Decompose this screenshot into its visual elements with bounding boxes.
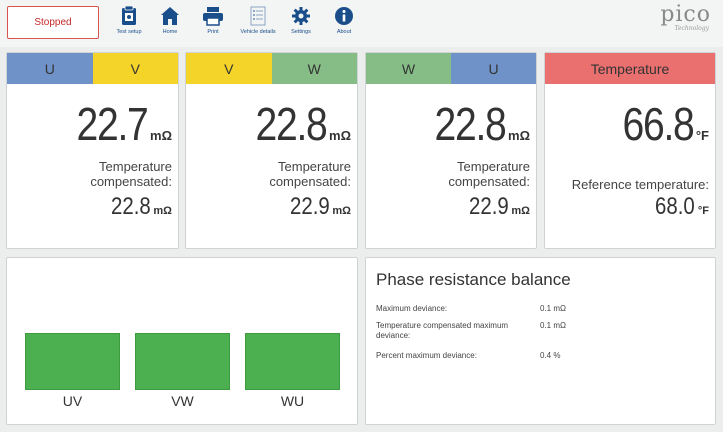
logo-wordmark: pico xyxy=(660,2,711,27)
print-button[interactable]: Print xyxy=(188,5,238,35)
phase-label: U xyxy=(451,53,536,84)
phase-balance-title: Phase resistance balance xyxy=(376,270,571,289)
phase-label: W xyxy=(366,53,451,84)
info-icon xyxy=(333,5,355,27)
phase-label: V xyxy=(186,53,272,84)
percent-max-deviance-label: Percent maximum deviance: xyxy=(376,351,477,360)
max-deviance-value: 0.1 mΩ xyxy=(540,304,566,313)
about-button[interactable]: About xyxy=(319,5,369,35)
phase-label: W xyxy=(271,53,357,84)
resistance-value: 22.7 xyxy=(77,98,149,150)
resistance-unit: mΩ xyxy=(329,128,351,143)
balance-bars-panel: UV VW WU xyxy=(6,257,358,425)
compensated-label: Temperature compensated: xyxy=(90,159,172,189)
print-label: Print xyxy=(207,29,219,35)
balance-bar-vw xyxy=(135,333,230,390)
clipboard-icon xyxy=(118,5,140,27)
compensated-value: 22.8 xyxy=(110,193,151,220)
compensated-reading: 22.9 mΩ xyxy=(283,193,351,221)
temperature-title: Temperature xyxy=(545,53,715,84)
balance-bar-wu xyxy=(245,333,340,390)
resistance-reading: 22.8 mΩ xyxy=(422,97,530,151)
resistance-card-wu: W U 22.8 mΩ Temperature compensated: 22.… xyxy=(365,52,537,249)
bar-label: UV xyxy=(62,393,83,409)
checklist-icon xyxy=(247,5,269,27)
test-setup-label: Test setup xyxy=(116,29,142,35)
resistance-reading: 22.7 mΩ xyxy=(64,97,172,151)
bar-label: WU xyxy=(280,393,305,409)
phase-label: V xyxy=(92,53,178,84)
temperature-reading: 66.8 °F xyxy=(610,97,709,151)
card-header: W U xyxy=(366,53,536,84)
resistance-value: 22.8 xyxy=(435,98,507,150)
home-icon xyxy=(159,5,181,27)
phase-label: U xyxy=(7,53,93,84)
toolbar: Stopped Test setup Home Print Vehicle de… xyxy=(0,0,723,47)
percent-max-deviance-value: 0.4 % xyxy=(540,351,561,360)
resistance-reading: 22.8 mΩ xyxy=(243,97,351,151)
card-header: V W xyxy=(186,53,357,84)
card-header: U V xyxy=(7,53,178,84)
resistance-unit: mΩ xyxy=(508,128,530,143)
reference-temperature-label: Reference temperature: xyxy=(571,177,709,192)
compensated-unit: mΩ xyxy=(332,205,351,217)
resistance-value: 22.8 xyxy=(256,98,328,150)
compensated-label: Temperature compensated: xyxy=(448,159,530,189)
compensated-value: 22.9 xyxy=(468,193,509,220)
temperature-value: 66.8 xyxy=(622,98,695,150)
settings-label: Settings xyxy=(291,29,311,35)
comp-max-deviance-label: Temperature compensated maximum deviance… xyxy=(376,321,509,340)
resistance-unit: mΩ xyxy=(150,128,172,143)
gear-icon xyxy=(290,5,312,27)
vehicle-details-label: Vehicle details xyxy=(240,29,276,35)
compensated-reading: 22.8 mΩ xyxy=(104,193,172,221)
resistance-card-uv: U V 22.7 mΩ Temperature compensated: 22.… xyxy=(6,52,179,249)
compensated-reading: 22.9 mΩ xyxy=(462,193,530,221)
balance-bar-uv xyxy=(25,333,120,390)
comp-max-deviance-value: 0.1 mΩ xyxy=(540,321,566,330)
compensated-value: 22.9 xyxy=(289,193,330,220)
max-deviance-label: Maximum deviance: xyxy=(376,304,448,313)
bar-label: VW xyxy=(171,393,194,409)
resistance-card-vw: V W 22.8 mΩ Temperature compensated: 22.… xyxy=(185,52,358,249)
home-label: Home xyxy=(162,29,178,35)
reference-temperature-reading: 68.0 °F xyxy=(648,193,709,221)
reference-temperature-unit: °F xyxy=(697,205,709,217)
temperature-card: Temperature 66.8 °F Reference temperatur… xyxy=(544,52,716,249)
stopped-status-button[interactable]: Stopped xyxy=(7,6,99,39)
temperature-unit: °F xyxy=(695,128,709,143)
about-label: About xyxy=(336,29,352,35)
phase-balance-panel: Phase resistance balance Maximum devianc… xyxy=(365,257,716,425)
pico-logo: pico Technology xyxy=(660,2,711,33)
card-header: Temperature xyxy=(545,53,715,84)
printer-icon xyxy=(202,5,224,27)
reference-temperature-value: 68.0 xyxy=(655,193,695,220)
compensated-label: Temperature compensated: xyxy=(269,159,351,189)
compensated-unit: mΩ xyxy=(511,205,530,217)
compensated-unit: mΩ xyxy=(153,205,172,217)
